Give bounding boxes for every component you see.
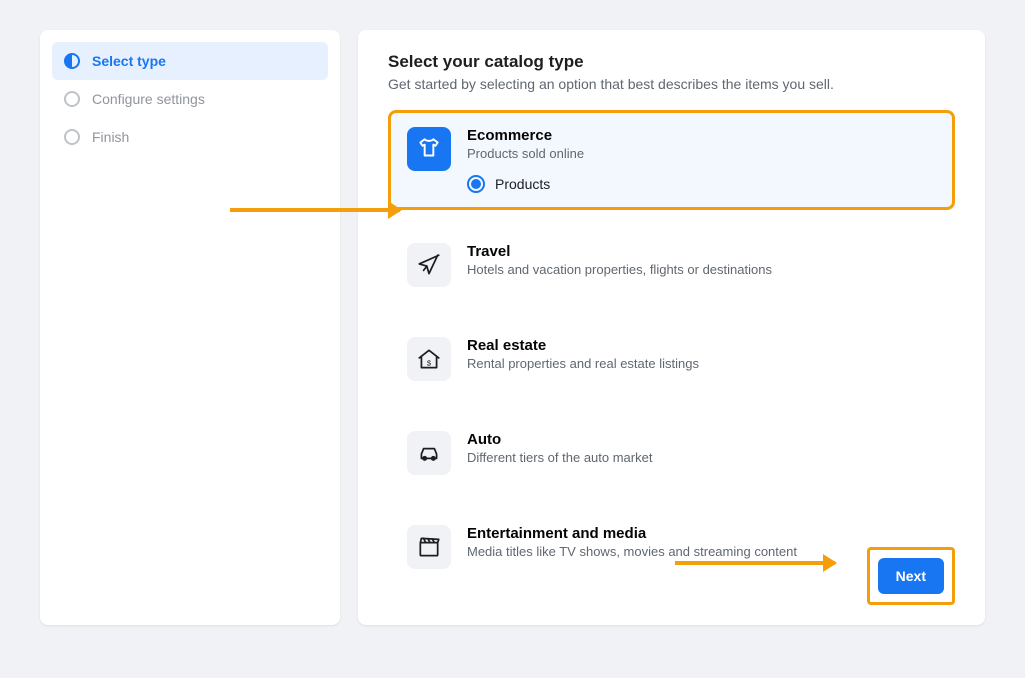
clapperboard-icon: [407, 525, 451, 569]
main-panel: Select your catalog type Get started by …: [358, 30, 985, 625]
tshirt-icon: [407, 127, 451, 171]
option-title: Entertainment and media: [467, 525, 936, 542]
option-desc: Media titles like TV shows, movies and s…: [467, 544, 936, 559]
annotation-arrow-icon: [675, 561, 835, 565]
next-highlight: Next: [867, 547, 955, 605]
step-label: Configure settings: [92, 91, 205, 107]
step-select-type[interactable]: Select type: [52, 42, 328, 80]
step-circle-icon: [64, 91, 80, 107]
radio-icon: [467, 175, 485, 193]
step-circle-icon: [64, 129, 80, 145]
radio-label: Products: [495, 176, 550, 192]
option-title: Real estate: [467, 337, 936, 354]
page-title: Select your catalog type: [388, 52, 955, 72]
products-radio[interactable]: Products: [467, 175, 936, 193]
page-subtitle: Get started by selecting an option that …: [388, 76, 955, 92]
svg-text:$: $: [427, 359, 432, 368]
next-button[interactable]: Next: [878, 558, 944, 594]
airplane-icon: [407, 243, 451, 287]
option-desc: Rental properties and real estate listin…: [467, 356, 936, 371]
option-real-estate[interactable]: $ Real estate Rental properties and real…: [388, 320, 955, 398]
half-circle-icon: [64, 53, 80, 69]
option-desc: Hotels and vacation properties, flights …: [467, 262, 936, 277]
option-auto[interactable]: Auto Different tiers of the auto market: [388, 414, 955, 492]
sidebar: Select type Configure settings Finish: [40, 30, 340, 625]
step-finish[interactable]: Finish: [52, 118, 328, 156]
step-label: Select type: [92, 53, 166, 69]
annotation-arrow-icon: [230, 208, 400, 212]
house-icon: $: [407, 337, 451, 381]
option-ecommerce[interactable]: Ecommerce Products sold online Products: [388, 110, 955, 210]
car-icon: [407, 431, 451, 475]
option-title: Ecommerce: [467, 127, 936, 144]
step-configure-settings[interactable]: Configure settings: [52, 80, 328, 118]
option-desc: Different tiers of the auto market: [467, 450, 936, 465]
option-title: Auto: [467, 431, 936, 448]
catalog-options: Ecommerce Products sold online Products …: [388, 110, 955, 586]
option-travel[interactable]: Travel Hotels and vacation properties, f…: [388, 226, 955, 304]
option-title: Travel: [467, 243, 936, 260]
option-desc: Products sold online: [467, 146, 936, 161]
step-label: Finish: [92, 129, 129, 145]
